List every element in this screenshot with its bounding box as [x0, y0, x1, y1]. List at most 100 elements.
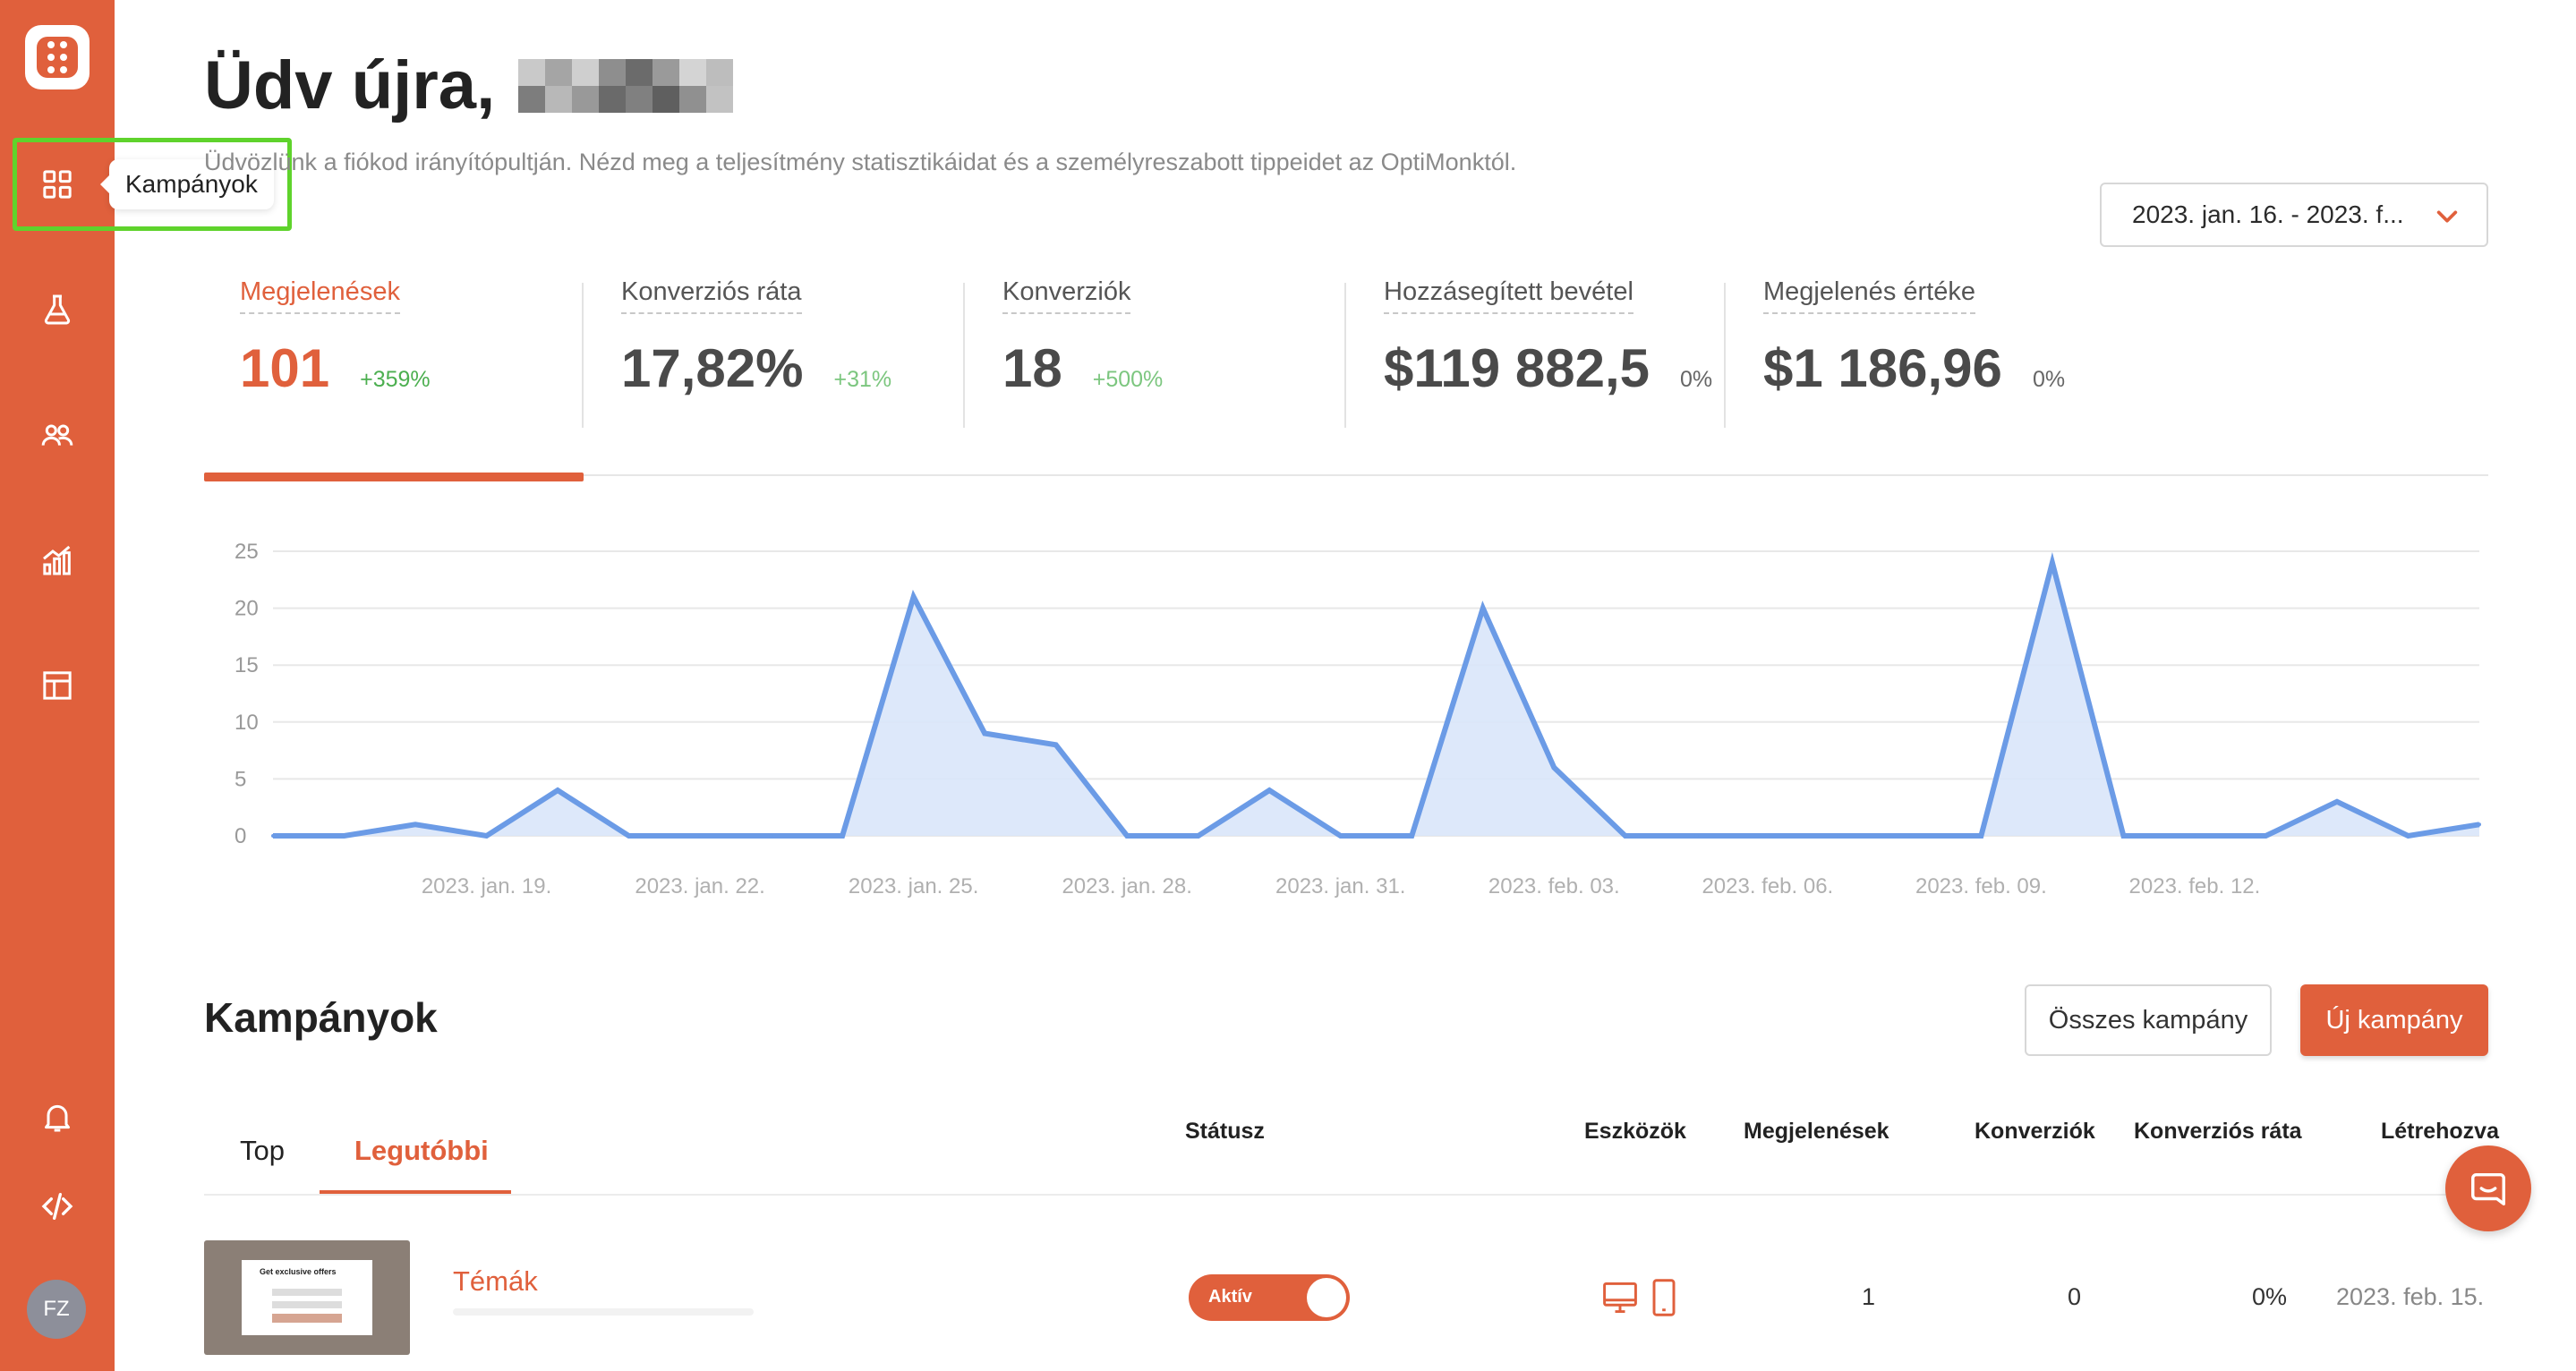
sidebar-item-code[interactable]	[0, 1162, 115, 1251]
kpi-change: 0%	[1679, 367, 1713, 392]
data-point[interactable]	[414, 822, 418, 827]
campaign-name-link[interactable]: Témák	[453, 1265, 538, 1298]
kpi-label: Konverziók	[1002, 277, 1131, 314]
column-header-conversions[interactable]: Konverziók	[1975, 1119, 2095, 1145]
data-point[interactable]	[911, 594, 916, 599]
data-point[interactable]	[342, 834, 346, 838]
column-header-created[interactable]: Létrehozva	[2381, 1119, 2499, 1145]
data-point[interactable]	[2050, 560, 2054, 565]
new-campaign-button[interactable]: Új kampány	[2300, 984, 2488, 1056]
x-tick-label: 2023. jan. 22.	[635, 874, 764, 898]
data-point[interactable]	[1053, 743, 1058, 747]
data-point[interactable]	[1196, 834, 1200, 838]
data-point[interactable]	[1694, 834, 1699, 838]
kpi-impressions[interactable]: Megjelenések 101 +359%	[240, 277, 431, 430]
campaign-thumbnail[interactable]: Get exclusive offers	[204, 1240, 410, 1355]
data-point[interactable]	[1125, 834, 1130, 838]
sidebar-item-campaigns[interactable]	[0, 140, 115, 229]
tab-recent[interactable]: Legutóbbi	[354, 1135, 489, 1167]
data-point[interactable]	[1410, 834, 1414, 838]
data-point[interactable]	[983, 731, 987, 736]
kpi-label: Megjelenések	[240, 277, 400, 314]
kpi-change: +500%	[1092, 367, 1164, 392]
sidebar-item-subscribers[interactable]	[0, 390, 115, 480]
app-logo[interactable]	[25, 25, 90, 89]
column-header-status[interactable]: Státusz	[1185, 1119, 1265, 1145]
sidebar-item-notifications[interactable]	[0, 1072, 115, 1162]
kpi-assisted-revenue[interactable]: Hozzásegített bevétel $119 882,5 0%	[1384, 277, 1712, 430]
kpi-divider	[1724, 283, 1726, 428]
sidebar-item-templates[interactable]	[0, 641, 115, 730]
data-point[interactable]	[1623, 834, 1627, 838]
data-point[interactable]	[627, 834, 631, 838]
date-range-dropdown[interactable]: 2023. jan. 16. - 2023. f...	[2100, 183, 2488, 247]
avatar[interactable]: FZ	[27, 1280, 86, 1339]
data-point[interactable]	[1837, 834, 1841, 838]
kpi-label: Megjelenés értéke	[1763, 277, 1975, 314]
sidebar-item-experiments[interactable]	[0, 265, 115, 354]
flask-icon	[44, 294, 71, 325]
data-point[interactable]	[556, 788, 560, 793]
x-tick-label: 2023. jan. 31.	[1275, 874, 1405, 898]
data-point[interactable]	[769, 834, 773, 838]
chat-icon	[2471, 1172, 2505, 1205]
kpi-change: 0%	[2032, 367, 2066, 392]
status-toggle[interactable]: Aktív	[1189, 1274, 1350, 1321]
y-tick-label: 0	[235, 824, 246, 848]
kpi-value: $1 186,96	[1763, 338, 2002, 398]
data-point[interactable]	[1338, 834, 1343, 838]
y-tick-label: 20	[235, 597, 259, 621]
kpi-divider	[1344, 283, 1346, 428]
data-point[interactable]	[484, 834, 489, 838]
greeting-text: Üdv újra,	[204, 47, 496, 123]
data-point[interactable]	[2334, 799, 2339, 804]
data-point[interactable]	[1979, 834, 1983, 838]
kpi-impression-value[interactable]: Megjelenés értéke $1 186,96 0%	[1763, 277, 2065, 430]
column-header-conv-rate[interactable]: Konverziós ráta	[2134, 1119, 2302, 1145]
users-icon	[41, 424, 73, 446]
data-point[interactable]	[2264, 834, 2268, 838]
data-point[interactable]	[2121, 834, 2126, 838]
data-point[interactable]	[2478, 822, 2481, 827]
x-tick-label: 2023. feb. 03.	[1488, 874, 1620, 898]
x-tick-label: 2023. jan. 19.	[422, 874, 551, 898]
kpi-change: +31%	[833, 367, 892, 392]
impressions-chart: 0 5 10 15 20 25 2023. jan. 19. 2023. jan. 22. 20…	[235, 540, 2481, 898]
data-point[interactable]	[1765, 834, 1770, 838]
data-point[interactable]	[1552, 765, 1557, 770]
column-header-devices[interactable]: Eszközök	[1584, 1119, 1686, 1145]
sidebar-item-analytics[interactable]	[0, 515, 115, 605]
series-area	[273, 562, 2479, 836]
page-subtitle: Üdvözlünk a fiókod irányítópultján. Nézd…	[204, 149, 1517, 175]
campaigns-title: Kampányok	[204, 994, 438, 1041]
data-point[interactable]	[2192, 834, 2196, 838]
kpi-conversions[interactable]: Konverziók 18 +500%	[1002, 277, 1163, 430]
tab-top[interactable]: Top	[240, 1135, 285, 1167]
data-point[interactable]	[1480, 606, 1485, 610]
kpi-conversion-rate[interactable]: Konverziós ráta 17,82% +31%	[621, 277, 891, 430]
y-tick-label: 15	[235, 653, 259, 677]
cell-conv-rate: 0%	[2252, 1283, 2288, 1310]
data-point[interactable]	[1907, 834, 1912, 838]
campaign-variant-bar	[453, 1308, 754, 1316]
page-title: Üdv újra,	[204, 47, 734, 124]
data-point[interactable]	[1267, 788, 1272, 793]
redacted-username	[518, 58, 734, 113]
all-campaigns-button[interactable]: Összes kampány	[2025, 984, 2272, 1056]
data-point[interactable]	[840, 834, 845, 838]
chat-button[interactable]	[2445, 1145, 2531, 1231]
x-tick-label: 2023. feb. 09.	[1915, 874, 2047, 898]
kpi-label: Hozzásegített bevétel	[1384, 277, 1633, 314]
kpi-divider	[963, 283, 965, 428]
data-point[interactable]	[698, 834, 703, 838]
cell-impressions: 1	[1862, 1283, 1876, 1310]
data-point[interactable]	[271, 834, 275, 838]
data-point[interactable]	[2406, 834, 2410, 838]
x-tick-label: 2023. jan. 25.	[849, 874, 978, 898]
y-tick-label: 10	[235, 711, 259, 735]
chevron-down-icon	[2436, 210, 2458, 223]
column-header-impressions[interactable]: Megjelenések	[1744, 1119, 1889, 1145]
kpi-divider	[582, 283, 584, 428]
desktop-icon	[1603, 1282, 1637, 1314]
x-tick-label: 2023. jan. 28.	[1062, 874, 1191, 898]
